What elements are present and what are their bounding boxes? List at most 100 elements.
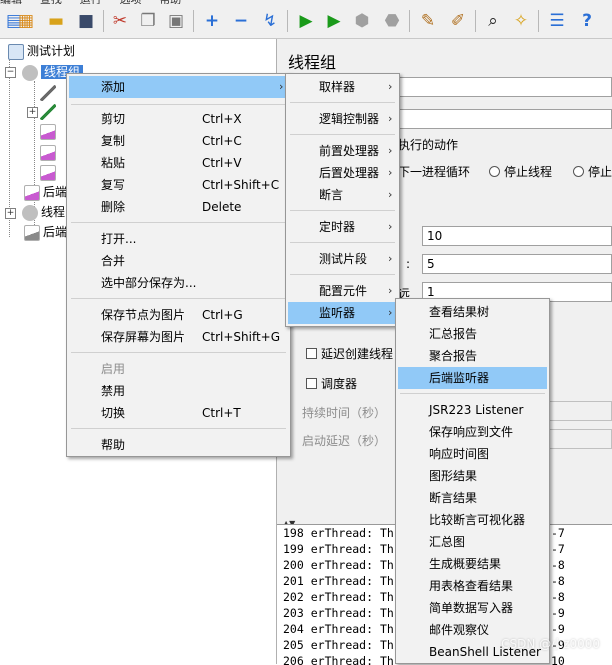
duration-label: 持续时间（秒） bbox=[302, 406, 387, 420]
tree-node-label: 测试计划 bbox=[27, 44, 76, 58]
tree-node-listener[interactable] bbox=[40, 122, 59, 140]
menu-item-duplicate[interactable]: 复写 Ctrl+Shift+C bbox=[69, 174, 288, 196]
rampup-label: : bbox=[406, 257, 411, 271]
menu-item-listener-option[interactable]: 查看结果树 bbox=[398, 301, 547, 323]
menu-item-add[interactable]: 添加 › bbox=[69, 76, 288, 98]
open-icon[interactable]: ▬ bbox=[44, 9, 68, 33]
menu-item-listener-option[interactable]: 汇总报告 bbox=[398, 323, 547, 345]
menu-item-listener-option[interactable]: 聚合报告 bbox=[398, 345, 547, 367]
graph-icon bbox=[40, 164, 56, 181]
watermark: CSDN @小z0000 bbox=[501, 637, 600, 651]
clear-all-icon[interactable]: ✐ bbox=[446, 9, 470, 33]
menu-item-listener-option[interactable]: 汇总图 bbox=[398, 531, 547, 553]
search-icon[interactable]: ⌕ bbox=[481, 9, 505, 33]
menu-item-post-processor[interactable]: 后置处理器 › bbox=[288, 162, 397, 184]
menu-item-assertion[interactable]: 断言 › bbox=[288, 184, 397, 206]
menu-item-listener-option[interactable]: 响应时间图 bbox=[398, 443, 547, 465]
menu-item-save-node-image[interactable]: 保存节点为图片 Ctrl+G bbox=[69, 304, 288, 326]
tree-node-listener[interactable] bbox=[40, 163, 59, 181]
broom-icon[interactable]: ✧ bbox=[509, 9, 533, 33]
menu-item-timer[interactable]: 定时器 › bbox=[288, 216, 397, 238]
menu-item-enable: 启用 bbox=[101, 362, 126, 376]
radio-icon bbox=[573, 166, 584, 177]
menu-item-cut[interactable]: 剪切 Ctrl+X bbox=[69, 108, 288, 130]
graph-icon bbox=[24, 184, 40, 201]
tree-node-backend[interactable]: 后端 bbox=[24, 183, 67, 201]
tree-node-test-plan[interactable]: 测试计划 bbox=[8, 42, 75, 60]
menu-item-listener-option[interactable]: 简单数据写入器 bbox=[398, 597, 547, 619]
menu-item-listener-option[interactable]: 保存响应到文件 bbox=[398, 421, 547, 443]
menu-item-listener-option[interactable]: 生成概要结果 bbox=[398, 553, 547, 575]
start-icon[interactable]: ▶ bbox=[294, 9, 318, 33]
menu-item-save-screen-image[interactable]: 保存屏幕为图片 Ctrl+Shift+G bbox=[69, 326, 288, 348]
save-icon[interactable]: ■ bbox=[74, 9, 98, 33]
tree-node-sampler[interactable] bbox=[40, 83, 59, 101]
menu-item-listener-option[interactable]: 比较断言可视化器 bbox=[398, 509, 547, 531]
menu-item-disable[interactable]: 禁用 bbox=[69, 380, 288, 402]
tree-expander[interactable]: + bbox=[5, 208, 16, 219]
stop-icon[interactable]: ⬢ bbox=[350, 9, 374, 33]
comment-field[interactable] bbox=[397, 109, 612, 129]
start-no-pause-icon[interactable]: ▶ bbox=[322, 9, 346, 33]
graph-icon bbox=[40, 123, 56, 140]
checkbox-icon bbox=[306, 348, 317, 359]
clear-icon[interactable]: ✎ bbox=[416, 9, 440, 33]
menu-item-open[interactable]: 打开... bbox=[69, 228, 288, 250]
menu-item-pre-processor[interactable]: 前置处理器 › bbox=[288, 140, 397, 162]
toolbar-separator bbox=[287, 10, 288, 32]
menu-item-delete[interactable]: 删除 Delete bbox=[69, 196, 288, 218]
test-plan-icon bbox=[8, 43, 24, 60]
graph-icon bbox=[40, 144, 56, 161]
menu-item-help[interactable]: 帮助 bbox=[69, 434, 288, 456]
toolbar-separator bbox=[409, 10, 410, 32]
help-icon[interactable]: ? bbox=[575, 9, 599, 33]
copy-icon[interactable]: ❐ bbox=[136, 9, 160, 33]
menu-item-listener-option[interactable]: 断言结果 bbox=[398, 487, 547, 509]
menu-item-merge[interactable]: 合并 bbox=[69, 250, 288, 272]
delay-create-checkbox[interactable]: 延迟创建线程 bbox=[306, 345, 393, 362]
menu-separator bbox=[71, 298, 286, 299]
collapse-icon[interactable]: − bbox=[229, 9, 253, 33]
tree-expander[interactable]: − bbox=[5, 67, 16, 78]
menu-item-test-fragment[interactable]: 测试片段 › bbox=[288, 248, 397, 270]
menu-item-config-element[interactable]: 配置元件 › bbox=[288, 280, 397, 302]
toggle-icon[interactable]: ↯ bbox=[258, 9, 282, 33]
tree-expander[interactable]: + bbox=[27, 107, 38, 118]
tree-node-listener[interactable] bbox=[40, 143, 59, 161]
menu-item-listener-option[interactable]: JSR223 Listener bbox=[398, 399, 547, 421]
tree-node-sampler[interactable] bbox=[40, 102, 59, 120]
radio-next-loop[interactable]: 下一进程循环 bbox=[398, 163, 470, 180]
rampup-field[interactable]: 5 bbox=[422, 254, 612, 274]
threads-field[interactable]: 10 bbox=[422, 226, 612, 246]
name-field[interactable] bbox=[397, 77, 612, 97]
menu-separator bbox=[71, 104, 286, 105]
tree-node-thread[interactable]: 线程 bbox=[22, 203, 65, 221]
menu-item-save-selection[interactable]: 选中部分保存为... bbox=[69, 272, 288, 294]
paste-icon[interactable]: ▣ bbox=[164, 9, 188, 33]
menu-item-sampler[interactable]: 取样器 › bbox=[288, 76, 397, 98]
menu-item-logic-controller[interactable]: 逻辑控制器 › bbox=[288, 108, 397, 130]
cut-icon[interactable]: ✂ bbox=[108, 9, 132, 33]
menu-item-toggle[interactable]: 切换 Ctrl+T bbox=[69, 402, 288, 424]
graph-icon bbox=[24, 224, 40, 241]
templates-icon[interactable]: ▦ bbox=[14, 9, 38, 33]
log-line-tail: 10 bbox=[551, 654, 565, 665]
radio-stop-thread[interactable]: 停止线程 bbox=[489, 163, 552, 180]
radio-stop-test[interactable]: 停止 bbox=[573, 163, 612, 180]
tree-node-backend[interactable]: 后端 bbox=[24, 223, 67, 241]
menu-item-listener[interactable]: 监听器 › bbox=[288, 302, 397, 324]
error-action-label: 执行的动作 bbox=[398, 138, 459, 152]
log-line-tail: -7 bbox=[551, 526, 565, 540]
menu-item-listener-option[interactable]: 用表格查看结果 bbox=[398, 575, 547, 597]
tree-node-label: 后端 bbox=[43, 225, 68, 239]
gear-icon bbox=[22, 204, 38, 221]
menu-item-backend-listener[interactable]: 后端监听器 bbox=[398, 367, 547, 389]
shutdown-icon[interactable]: ⬣ bbox=[380, 9, 404, 33]
menu-separator bbox=[290, 134, 395, 135]
menu-item-copy[interactable]: 复制 Ctrl+C bbox=[69, 130, 288, 152]
scheduler-checkbox[interactable]: 调度器 bbox=[306, 375, 357, 392]
menu-item-listener-option[interactable]: 图形结果 bbox=[398, 465, 547, 487]
menu-item-paste[interactable]: 粘贴 Ctrl+V bbox=[69, 152, 288, 174]
expand-icon[interactable]: + bbox=[200, 9, 224, 33]
function-helper-icon[interactable]: ☰ bbox=[545, 9, 569, 33]
